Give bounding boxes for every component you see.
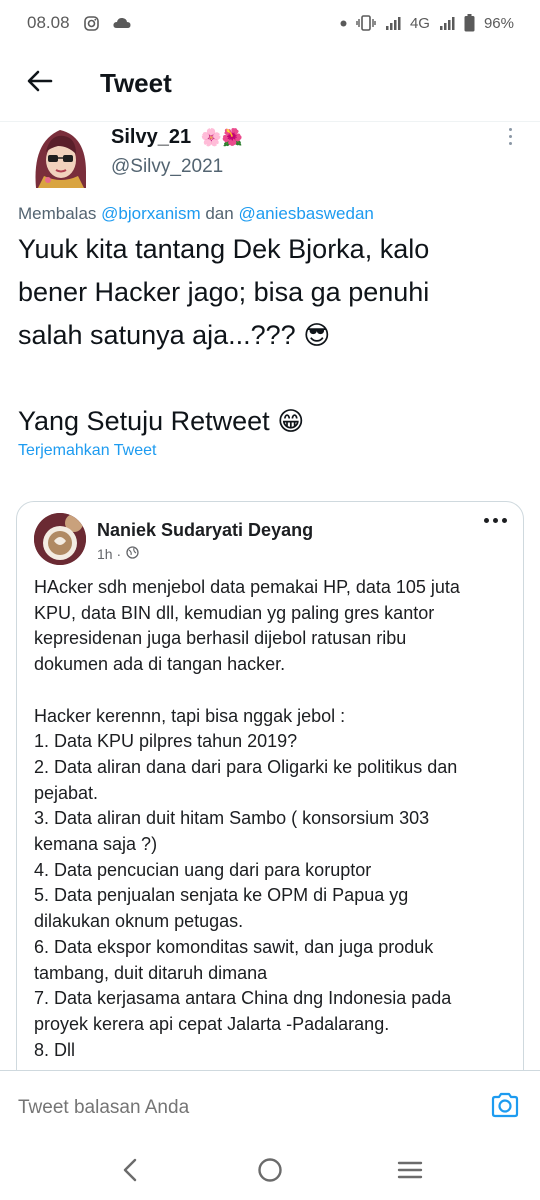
fb-line: 5. Data penjualan senjata ke OPM di Papu…: [34, 885, 409, 906]
system-nav-bar: [0, 1144, 540, 1200]
replying-to: Membalas @bjorxanism dan @aniesbaswedan: [18, 204, 374, 224]
cloud-icon: [112, 17, 131, 29]
more-dot-icon: [508, 134, 512, 138]
tweet-line: Yuuk kita tantang Dek Bjorka, kalo: [18, 234, 430, 264]
vibrate-icon: [356, 15, 376, 31]
fb-line: KPU, data BIN dll, kemudian yg paling gr…: [34, 602, 435, 623]
fb-line: 8. Dll: [34, 1039, 76, 1060]
fb-line: proyek kerera api cepat Jalarta -Padalar…: [34, 1013, 390, 1034]
fb-line: dokumen ada di tangan hacker.: [34, 654, 286, 675]
battery-percent: 96%: [483, 14, 514, 32]
fb-line: kemana saja ?): [34, 834, 158, 855]
fb-line: HAcker sdh menjebol data pemakai HP, dat…: [34, 577, 460, 597]
avatar[interactable]: [28, 122, 92, 188]
fb-line: 6. Data ekspor komonditas sawit, dan jug…: [34, 936, 434, 957]
fb-avatar: [34, 513, 86, 565]
page-title: Tweet: [100, 68, 172, 98]
author-name-emoji: 🌸🌺: [200, 128, 243, 147]
battery-icon: [464, 14, 475, 32]
tweet-line-text: salah satunya aja...???: [18, 320, 296, 350]
fb-line: dilakukan oknum petugas.: [34, 911, 244, 932]
back-button[interactable]: [0, 46, 80, 122]
signal-2-icon: [439, 16, 455, 31]
nav-home-icon: [257, 1157, 283, 1188]
fb-blank-line: [34, 678, 514, 704]
tweet-line: salah satunya aja...??? 😎: [18, 314, 524, 357]
fb-line: 7. Data kerjasama antara China dng Indon…: [34, 988, 452, 1009]
fb-line: pejabat.: [34, 782, 99, 803]
nav-recents-icon: [397, 1160, 423, 1185]
reply-bar: [0, 1070, 540, 1144]
reply-input[interactable]: [18, 1096, 488, 1119]
dot-icon: [340, 20, 347, 27]
fb-post-body: HAcker sdh menjebol data pemakai HP, dat…: [34, 575, 514, 1063]
tweet-line: bener Hacker jago; bisa ga penuhi: [18, 277, 430, 307]
reply-prefix: Membalas: [18, 204, 97, 223]
fb-line: kepresidenan juga berhasil dijebol ratus…: [34, 628, 407, 649]
nav-home-button[interactable]: [240, 1147, 300, 1197]
reply-connector: dan: [205, 204, 234, 223]
mention-link[interactable]: @bjorxanism: [101, 204, 200, 223]
camera-button[interactable]: [488, 1091, 522, 1125]
camera-icon: [490, 1092, 520, 1123]
tweet-line-text: Yang Setuju Retweet: [18, 406, 270, 436]
fb-line: 1. Data KPU pilpres tahun 2019?: [34, 731, 298, 752]
more-options-button[interactable]: [502, 122, 518, 150]
tweet-text: Yuuk kita tantang Dek Bjorka, kalo bener…: [18, 228, 524, 443]
fb-line: 3. Data aliran duit hitam Sambo ( konsor…: [34, 808, 430, 829]
network-label: 4G: [409, 14, 430, 32]
quoted-image-card[interactable]: Naniek Sudaryati Deyang 1h · HAcker sdh …: [16, 501, 524, 1101]
author-name[interactable]: Silvy_21 🌸🌺: [111, 126, 243, 149]
status-bar: 08.08 4G 96%: [0, 0, 540, 46]
fb-line: tambang, duit ditaruh dimana: [34, 962, 268, 983]
arrow-left-icon: [27, 70, 53, 97]
grin-emoji: 😁: [277, 406, 305, 436]
author-name-text: Silvy_21: [111, 126, 192, 148]
nav-recents-button[interactable]: [380, 1147, 440, 1197]
more-dot-icon: [508, 141, 512, 145]
translate-tweet-link[interactable]: Terjemahkan Tweet: [18, 442, 156, 460]
nav-back-button[interactable]: [100, 1147, 160, 1197]
author-handle[interactable]: @Silvy_2021: [111, 156, 223, 178]
mention-link[interactable]: @aniesbaswedan: [238, 204, 373, 223]
status-time: 08.08: [27, 13, 70, 32]
signal-icon: [385, 16, 401, 31]
instagram-icon: [83, 15, 99, 31]
fb-author-name: Naniek Sudaryati Deyang: [97, 520, 314, 540]
fb-line: 2. Data aliran dana dari para Oligarki k…: [34, 756, 458, 777]
fb-line: 4. Data pencucian uang dari para korupto…: [34, 859, 372, 880]
tweet-line: Yang Setuju Retweet 😁: [18, 400, 524, 443]
sunglasses-emoji: 😎: [303, 320, 331, 350]
fb-time-text: 1h ·: [97, 546, 122, 562]
nav-back-icon: [123, 1158, 137, 1187]
header: Tweet: [0, 46, 540, 122]
globe-icon: [126, 546, 139, 562]
more-dot-icon: [508, 127, 512, 131]
fb-post-time: 1h ·: [97, 546, 139, 562]
fb-more-icon: [484, 518, 507, 523]
tweet-author: Silvy_21 🌸🌺 @Silvy_2021: [0, 122, 540, 194]
fb-line: Hacker kerennn, tapi bisa nggak jebol :: [34, 705, 346, 726]
